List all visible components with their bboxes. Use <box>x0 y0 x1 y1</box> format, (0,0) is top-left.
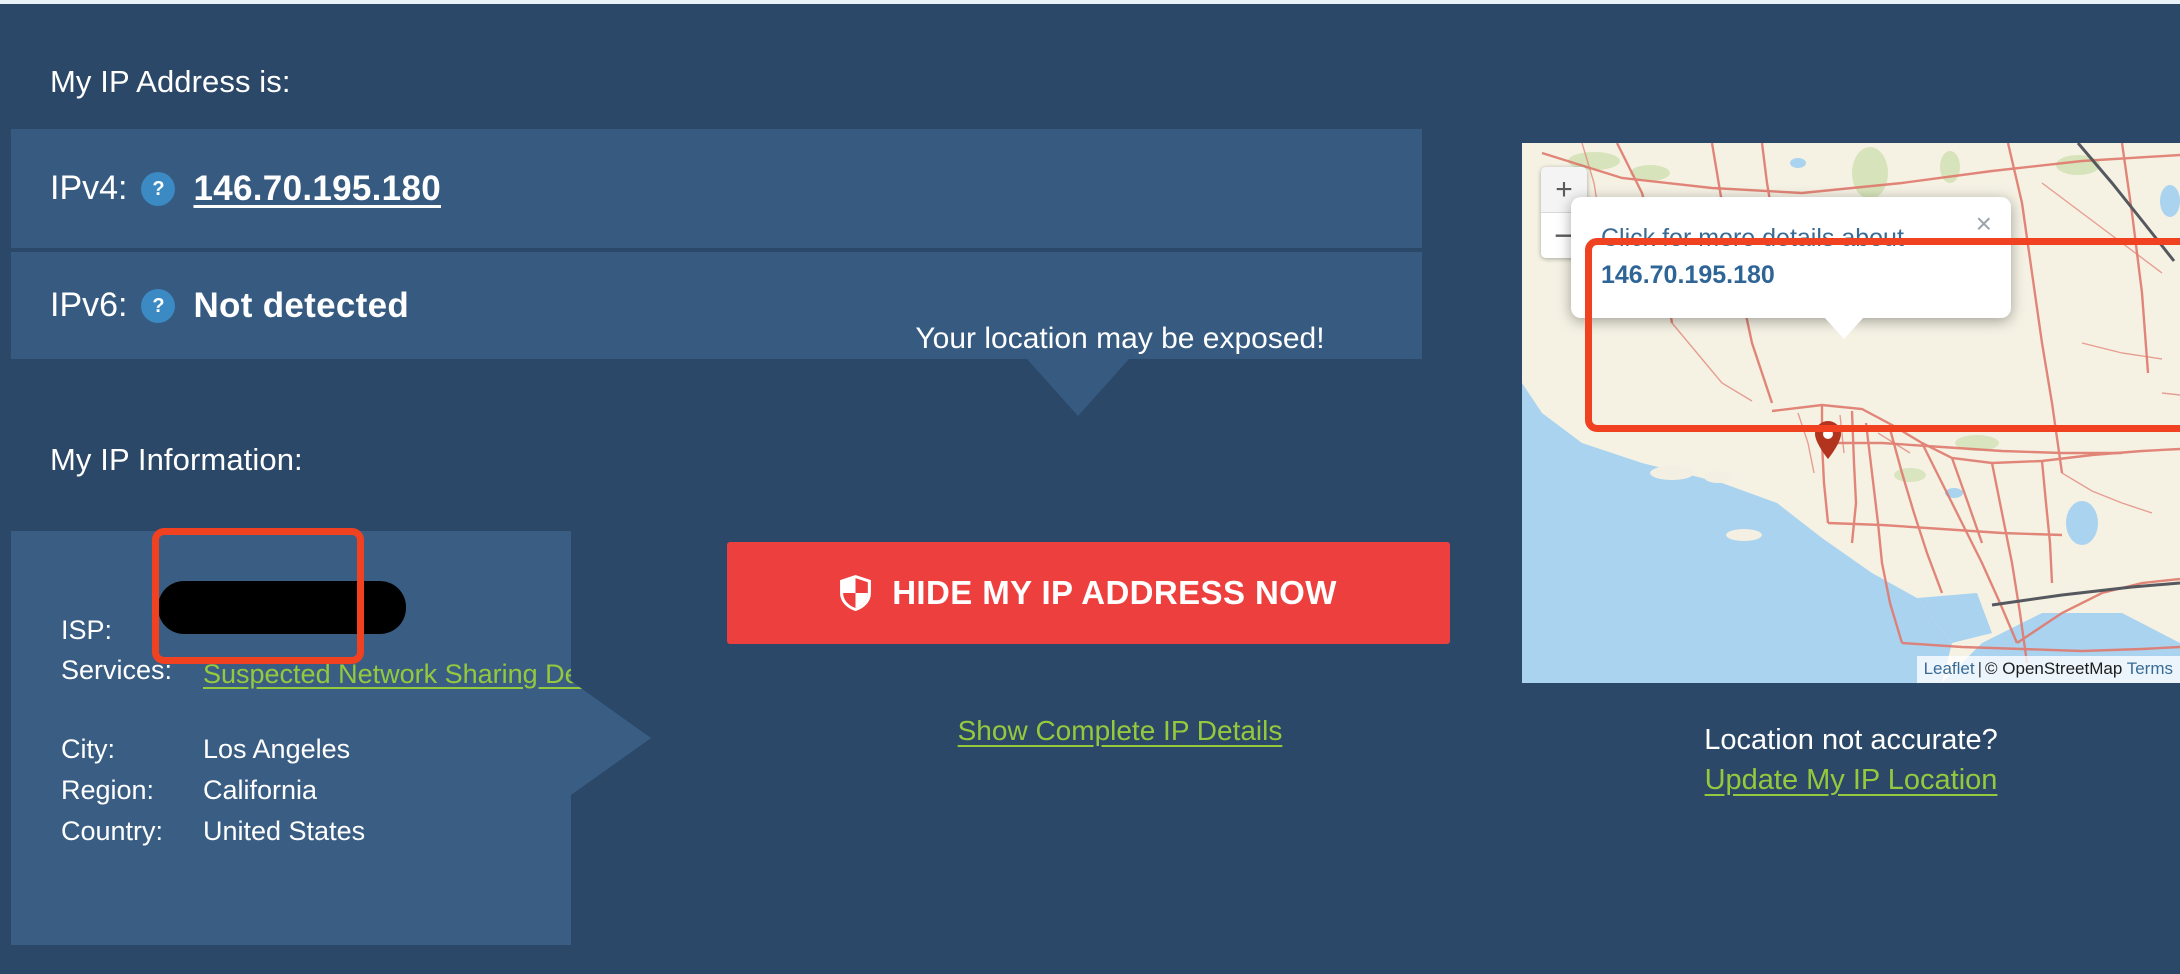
country-label: Country: <box>61 816 164 846</box>
panel-pointer-notch <box>1027 359 1129 416</box>
popup-message: Click for more details about <box>1601 224 1904 252</box>
country-row: Country: United States <box>61 816 365 847</box>
shield-icon <box>840 575 872 611</box>
popup-ip-value: 146.70.195.180 <box>1601 261 1775 290</box>
hide-my-ip-button-label: HIDE MY IP ADDRESS NOW <box>892 574 1337 611</box>
ipv6-row-content: IPv6: ? Not detected <box>50 286 409 326</box>
map-attribution: Leaflet | © OpenStreetMap Terms <box>1916 656 2180 683</box>
location-not-accurate-text: Location not accurate? <box>1704 724 1998 756</box>
ipv4-row-content: IPv4: ? 146.70.195.180 <box>50 169 441 209</box>
popup-tip <box>1824 317 1864 340</box>
country-value: United States <box>203 816 366 846</box>
region-label: Region: <box>61 775 155 805</box>
show-complete-ip-details-link[interactable]: Show Complete IP Details <box>840 715 1400 747</box>
ip-information-card: ISP: Services: Suspected Network Sharing… <box>11 531 651 945</box>
city-row: City: Los Angeles <box>61 734 350 765</box>
region-row: Region: California <box>61 775 317 806</box>
close-icon[interactable]: × <box>1976 210 1992 238</box>
ip-lookup-page: My IP Address is: IPv4: ? 146.70.195.180… <box>0 0 2180 974</box>
page-top-strip <box>0 0 2180 4</box>
ipv6-help-icon[interactable]: ? <box>141 288 176 323</box>
update-my-ip-location-link[interactable]: Update My IP Location <box>1522 764 2180 797</box>
terms-link[interactable]: Terms <box>2127 659 2173 678</box>
services-value-link[interactable]: Suspected Network Sharing Device <box>203 659 628 689</box>
attribution-separator: | <box>1977 659 1983 678</box>
ipv4-value-link[interactable]: 146.70.195.180 <box>193 169 441 209</box>
location-exposed-text: Your location may be exposed! <box>915 322 1325 355</box>
ipv6-label: IPv6: <box>50 286 128 324</box>
ip-location-map[interactable]: + − × Click for more details about 146.7… <box>1522 143 2180 683</box>
isp-redaction-bar <box>158 581 406 634</box>
ipv6-value: Not detected <box>193 285 410 325</box>
ipv4-label: IPv4: <box>50 169 128 207</box>
region-value: California <box>203 775 318 805</box>
leaflet-link[interactable]: Leaflet <box>1924 659 1975 678</box>
ipv4-row: IPv4: ? 146.70.195.180 <box>11 129 1422 248</box>
services-label: Services: <box>61 655 173 685</box>
my-ip-information-heading: My IP Information: <box>50 442 303 477</box>
ipv4-help-icon[interactable]: ? <box>141 171 176 206</box>
city-label: City: <box>61 734 115 764</box>
map-info-popup[interactable]: × Click for more details about 146.70.19… <box>1571 197 2011 340</box>
map-location-pin-icon[interactable] <box>1815 421 1841 459</box>
services-row: Services: Suspected Network Sharing Devi… <box>61 655 641 695</box>
openstreetmap-credit: © OpenStreetMap <box>1985 659 2123 678</box>
city-value: Los Angeles <box>203 734 351 764</box>
my-ip-address-heading: My IP Address is: <box>50 64 291 99</box>
hide-my-ip-button[interactable]: HIDE MY IP ADDRESS NOW <box>727 542 1450 644</box>
